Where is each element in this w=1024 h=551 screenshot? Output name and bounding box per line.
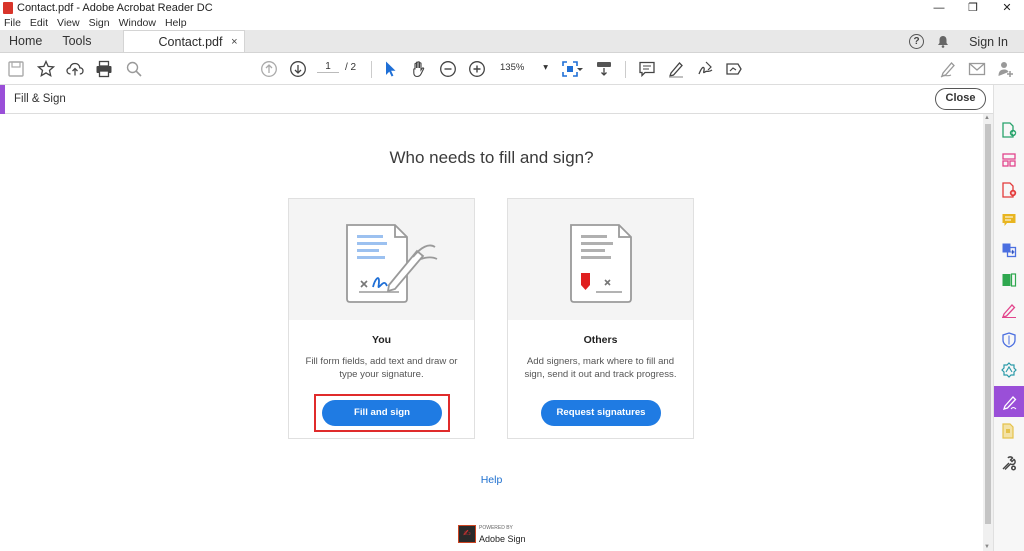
request-signatures-button[interactable]: Request signatures [541,400,661,426]
fill-sign-tool-icon[interactable] [938,59,958,79]
card-others-description: Add signers, mark where to fill and sign… [524,356,677,380]
close-tab-icon[interactable]: × [231,36,237,48]
export-pdf-icon[interactable] [1001,122,1017,138]
tab-home[interactable]: Home [0,30,53,52]
protect-shield-icon[interactable] [1001,332,1017,348]
fit-options-chevron-icon[interactable] [576,59,584,79]
cloud-upload-icon[interactable] [65,59,85,79]
powered-by-label: POWERED BY [479,525,513,531]
save-icon[interactable] [6,59,26,79]
right-tools-pane [993,85,1024,551]
bookmark-star-icon[interactable] [36,59,56,79]
menu-help[interactable]: Help [165,17,187,29]
card-you: You Fill form fields, add text and draw … [288,198,475,439]
help-icon[interactable]: ? [909,34,925,49]
powered-by-adobe-sign: ✍ POWERED BY Adobe Sign [458,524,526,544]
fill-sign-illustration [289,199,474,320]
scroll-up-icon[interactable]: ▲ [984,115,990,121]
notification-bell-icon[interactable] [937,35,949,48]
create-pdf-icon[interactable] [1001,182,1017,198]
close-button[interactable]: Close [935,88,986,110]
zoom-out-icon[interactable] [438,59,458,79]
chevron-down-icon: ▾ [543,62,548,73]
sign-document-icon[interactable] [695,59,715,79]
print-icon[interactable] [94,59,114,79]
card-others-title: Others [583,334,618,346]
share-user-icon[interactable] [996,59,1016,79]
more-tools-icon[interactable] [1001,423,1017,439]
highlight-pen-icon[interactable] [666,59,686,79]
email-icon[interactable] [967,59,987,79]
adobe-sign-logo-icon: ✍ [458,525,476,543]
document-tab-label: Contact.pdf [158,34,223,49]
certificate-icon[interactable] [1001,362,1017,378]
find-search-icon[interactable] [124,59,144,79]
fill-and-sign-button[interactable]: Fill and sign [322,400,442,426]
hand-tool-icon[interactable] [409,59,429,79]
card-others: Others Add signers, mark where to fill a… [507,198,694,439]
organize-pages-icon[interactable] [1001,152,1017,168]
comment-icon[interactable] [637,59,657,79]
toolbar-divider [371,61,372,78]
tab-document[interactable]: Contact.pdf × [122,30,245,52]
next-page-icon[interactable] [288,59,308,79]
page-heading: Who needs to fill and sign? [389,148,594,167]
scroll-mode-icon[interactable] [594,59,614,79]
maximize-button[interactable]: ❐ [956,0,990,16]
document-request-icon [570,224,632,303]
fill-sign-active-icon[interactable] [994,386,1024,417]
help-link[interactable]: Help [0,474,983,486]
adobe-sign-label: Adobe Sign [479,534,526,544]
acrobat-pdf-icon [3,2,13,14]
menu-sign[interactable]: Sign [89,17,110,29]
fill-sign-content: Who needs to fill and sign? You Fill for… [0,114,983,551]
previous-page-icon[interactable] [259,59,279,79]
scrollbar-thumb[interactable] [985,124,991,524]
fill-sign-header: Fill & Sign Close [0,85,993,114]
zoom-level-select[interactable]: 135% ▾ [500,62,548,73]
page-navigator: 1 / 2 [317,61,356,73]
zoom-level-value: 135% [500,62,525,73]
panel-title: Fill & Sign [14,93,66,105]
vertical-scrollbar[interactable]: ▲ ▼ [983,114,993,551]
request-signatures-illustration [508,199,693,320]
tab-tools[interactable]: Tools [53,30,102,52]
sign-in-button[interactable]: Sign In [969,35,1008,49]
document-signature-icon [346,224,438,303]
menu-bar: File Edit View Sign Window Help [0,16,1024,30]
window-controls: — ❐ ✕ [922,0,1024,16]
scroll-down-icon[interactable]: ▼ [984,544,990,550]
current-page-input[interactable]: 1 [317,61,339,73]
edit-pdf-icon[interactable] [1001,272,1017,288]
comment-tool-icon[interactable] [1001,212,1017,228]
close-window-button[interactable]: ✕ [990,0,1024,16]
page-total: / 2 [345,61,357,73]
menu-edit[interactable]: Edit [30,17,48,29]
send-sign-icon[interactable] [724,59,744,79]
customize-tools-icon[interactable] [1001,455,1017,471]
combine-files-icon[interactable] [1001,242,1017,258]
window-title: Contact.pdf - Adobe Acrobat Reader DC [17,2,213,14]
toolbar-divider [625,61,626,78]
menu-window[interactable]: Window [119,17,156,29]
tab-bar: Home Tools Contact.pdf × ? Sign In [0,30,1024,53]
main-toolbar: 1 / 2 135% ▾ [0,53,1024,85]
minimize-button[interactable]: — [922,0,956,16]
menu-file[interactable]: File [4,17,21,29]
card-you-description: Fill form fields, add text and draw or t… [305,356,458,380]
zoom-in-icon[interactable] [467,59,487,79]
card-you-title: You [371,334,392,346]
fill-sign-pen-icon[interactable] [1001,302,1017,318]
window-titlebar: Contact.pdf - Adobe Acrobat Reader DC — … [0,0,1024,16]
menu-view[interactable]: View [57,17,80,29]
select-cursor-icon[interactable] [380,59,400,79]
panel-accent-bar [0,85,5,114]
